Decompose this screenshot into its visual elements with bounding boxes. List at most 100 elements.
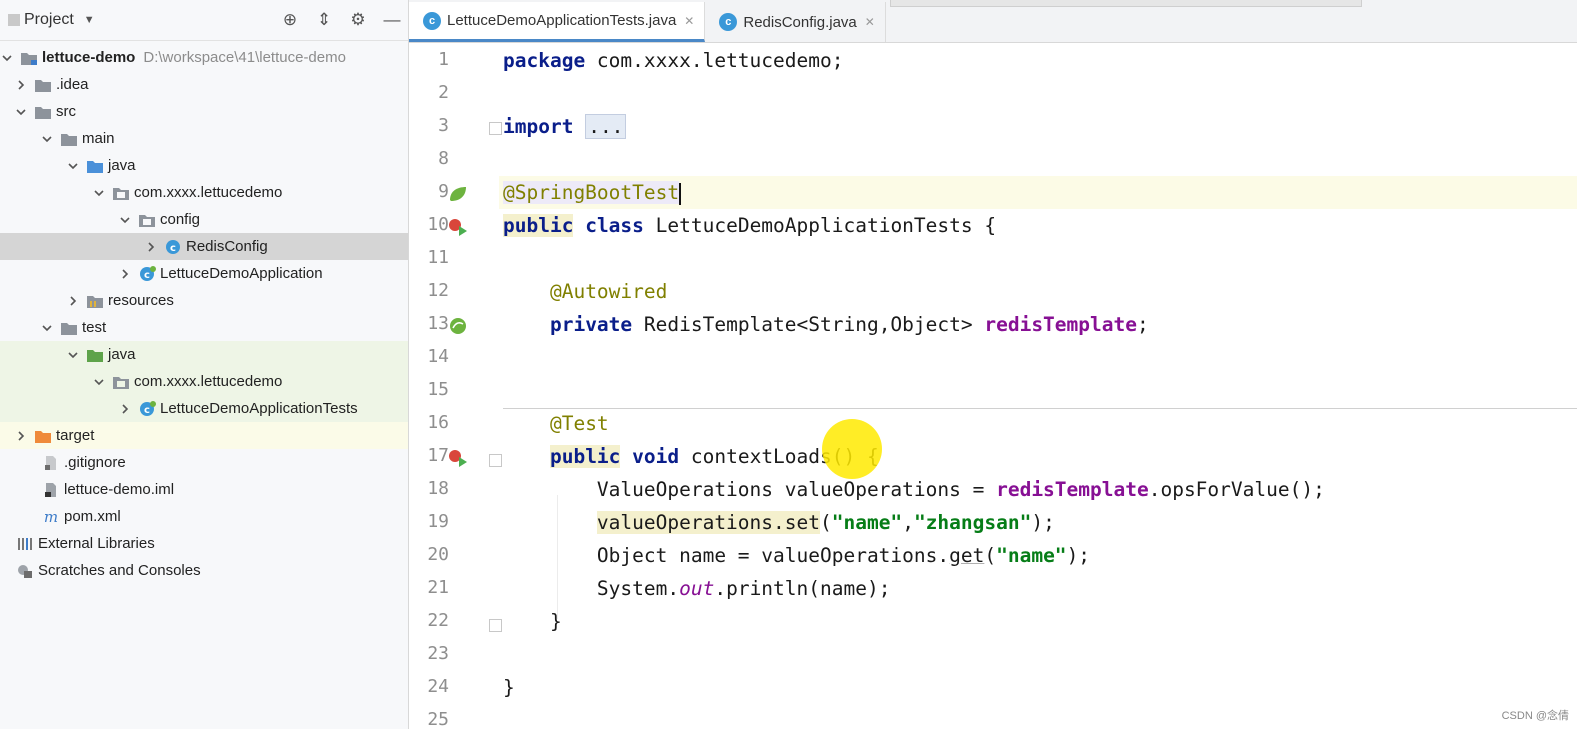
- tree-item-label: lettuce-demo.iml: [64, 481, 175, 498]
- tree-item-label: .idea: [56, 76, 89, 93]
- close-icon[interactable]: ✕: [865, 15, 875, 29]
- tree-item-redisconfig[interactable]: c RedisConfig: [0, 233, 408, 260]
- chevron-down-icon[interactable]: [40, 321, 54, 335]
- code-line-22: }: [503, 605, 562, 638]
- code-line-24: }: [503, 671, 515, 704]
- tree-item-idea[interactable]: .idea: [0, 71, 408, 98]
- tree-item-label: src: [56, 103, 76, 120]
- resources-folder-icon: [86, 293, 104, 309]
- line-number: 1: [438, 49, 449, 70]
- field-name: redisTemplate: [984, 313, 1137, 336]
- source-folder-icon: [86, 158, 104, 174]
- keyword: void: [632, 445, 680, 468]
- project-tree: lettuce-demo D:\workspace\41\lettuce-dem…: [0, 41, 408, 584]
- chevron-down-icon[interactable]: [92, 375, 106, 389]
- tree-item-label: Scratches and Consoles: [38, 562, 201, 579]
- tree-item-lettucedemoapplication[interactable]: c LettuceDemoApplication: [0, 260, 408, 287]
- locate-icon[interactable]: ⊕: [280, 10, 300, 30]
- chevron-right-icon[interactable]: [14, 78, 28, 92]
- run-test-icon[interactable]: [447, 447, 469, 469]
- tree-item-iml[interactable]: lettuce-demo.iml: [0, 476, 408, 503]
- tree-item-package-test[interactable]: com.xxxx.lettucedemo: [0, 368, 408, 395]
- tree-item-label: config: [160, 211, 201, 228]
- spring-class-icon: c: [138, 265, 156, 282]
- project-title[interactable]: Project: [24, 11, 74, 29]
- annotation: @Autowired: [549, 280, 668, 303]
- chevron-right-icon[interactable]: [118, 267, 132, 281]
- tree-item-test[interactable]: test: [0, 314, 408, 341]
- spring-bean-icon[interactable]: [447, 183, 469, 205]
- line-number: 16: [427, 412, 449, 433]
- code-text: }: [503, 676, 515, 699]
- tree-item-pom[interactable]: m pom.xml: [0, 503, 408, 530]
- tree-item-resources[interactable]: resources: [0, 287, 408, 314]
- tab-redisconfig[interactable]: c RedisConfig.java ✕: [705, 2, 886, 42]
- tree-item-src[interactable]: src: [0, 98, 408, 125]
- folded-imports[interactable]: ...: [585, 114, 627, 139]
- tree-item-java-main[interactable]: java: [0, 152, 408, 179]
- string-literal: "zhangsan": [913, 511, 1032, 534]
- line-number: 10: [427, 214, 449, 235]
- code-line-10: public class LettuceDemoApplicationTests…: [503, 209, 996, 242]
- string-literal: "name": [996, 544, 1067, 567]
- run-test-icon[interactable]: [447, 216, 469, 238]
- code-line-19: valueOperations.set("name","zhangsan");: [503, 506, 1055, 539]
- chevron-down-icon[interactable]: [92, 186, 106, 200]
- code-text: com.xxxx.lettucedemo;: [585, 49, 844, 72]
- tree-item-scratches[interactable]: Scratches and Consoles: [0, 557, 408, 584]
- tree-item-java-test[interactable]: java: [0, 341, 408, 368]
- line-number: 20: [427, 544, 449, 565]
- tree-item-label: test: [82, 319, 107, 336]
- tree-item-gitignore[interactable]: .gitignore: [0, 449, 408, 476]
- tree-item-target[interactable]: target: [0, 422, 408, 449]
- chevron-right-icon[interactable]: [118, 402, 132, 416]
- code-editor[interactable]: package com.xxxx.lettucedemo; import ...…: [499, 43, 1577, 729]
- close-icon[interactable]: ✕: [684, 14, 694, 28]
- tree-item-label: .gitignore: [64, 454, 126, 471]
- code-text: Object name = valueOperations.: [596, 544, 950, 567]
- string-literal: "name": [831, 511, 903, 534]
- tree-item-label: lettuce-demo: [42, 49, 136, 66]
- code-text: System.: [596, 577, 680, 600]
- chevron-down-icon[interactable]: [0, 51, 14, 65]
- tree-item-main[interactable]: main: [0, 125, 408, 152]
- project-header: Project ▼ ⊕ ⇕ ⚙ —: [0, 0, 408, 41]
- tab-lettucedemoapplicationtests[interactable]: c LettuceDemoApplicationTests.java ✕: [409, 2, 706, 42]
- chevron-right-icon[interactable]: [14, 429, 28, 443]
- maven-icon: m: [42, 509, 60, 525]
- line-number: 3: [438, 115, 449, 136]
- tree-item-package[interactable]: com.xxxx.lettucedemo: [0, 179, 408, 206]
- tree-item-label: LettuceDemoApplicationTests: [160, 400, 358, 417]
- tree-item-external-libraries[interactable]: External Libraries: [0, 530, 408, 557]
- code-line-1: package com.xxxx.lettucedemo;: [503, 44, 843, 77]
- spring-class-icon: c: [138, 400, 156, 417]
- chevron-down-icon[interactable]: [66, 348, 80, 362]
- code-text: ;: [1136, 313, 1149, 336]
- collapse-all-icon[interactable]: ⇕: [314, 10, 334, 30]
- class-icon: c: [423, 11, 441, 30]
- svg-text:m: m: [44, 509, 58, 525]
- chevron-down-icon[interactable]: [40, 132, 54, 146]
- tree-item-path: D:\workspace\41\lettuce-demo: [143, 49, 346, 66]
- folder-icon: [60, 320, 78, 336]
- chevron-down-icon[interactable]: [118, 213, 132, 227]
- tree-item-config[interactable]: config: [0, 206, 408, 233]
- tree-item-label: resources: [108, 292, 174, 309]
- tree-item-label: java: [108, 157, 136, 174]
- tree-item-lettuce-demo[interactable]: lettuce-demo D:\workspace\41\lettuce-dem…: [0, 44, 408, 71]
- chevron-down-icon[interactable]: [66, 159, 80, 173]
- libraries-icon: [16, 536, 34, 552]
- chevron-right-icon[interactable]: [144, 240, 158, 254]
- autowired-bean-icon[interactable]: [447, 315, 469, 337]
- gear-icon[interactable]: ⚙: [348, 10, 368, 30]
- chevron-down-icon[interactable]: ▼: [84, 14, 95, 26]
- code-text: valueOperations.set: [596, 511, 820, 534]
- line-number: 12: [427, 280, 449, 301]
- tree-item-lettucedemoapplicationtests[interactable]: c LettuceDemoApplicationTests: [0, 395, 408, 422]
- chevron-down-icon[interactable]: [14, 105, 28, 119]
- chevron-right-icon[interactable]: [66, 294, 80, 308]
- tree-item-label: RedisConfig: [186, 238, 268, 255]
- svg-text:c: c: [144, 405, 150, 416]
- hide-icon[interactable]: —: [382, 10, 402, 30]
- folder-icon: [34, 77, 52, 93]
